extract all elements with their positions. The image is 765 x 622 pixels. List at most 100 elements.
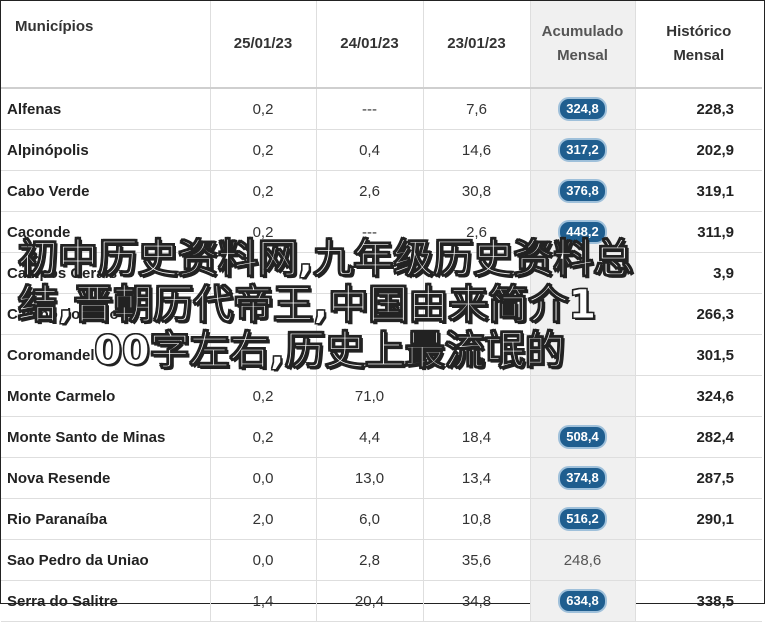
historico-cell: 338,5: [634, 580, 762, 622]
acumulado-badge: 317,2: [558, 138, 607, 162]
acumulado-cell: 374,8: [529, 457, 635, 499]
date-1-cell: 0,2: [209, 375, 316, 417]
date-2-cell: 2,6: [315, 170, 423, 212]
municipio-cell: Campos Gerais: [1, 252, 210, 294]
acumulado-cell: [529, 375, 635, 417]
date-1-cell: 0,2: [209, 211, 316, 253]
municipio-cell: Rio Paranaíba: [1, 498, 210, 540]
date-2-cell: 20,4: [315, 580, 423, 622]
date-2-cell: ---: [315, 88, 423, 130]
acumulado-cell: 248,6: [529, 539, 635, 581]
municipio-cell: Monte Carmelo: [1, 375, 210, 417]
date-3-cell: 34,8: [422, 580, 530, 622]
date-2-cell: 13,0: [315, 457, 423, 499]
historico-cell: 3,9: [634, 252, 762, 294]
acumulado-badge: 516,2: [558, 507, 607, 531]
header-acumulado-mensal[interactable]: Acumulado Mensal: [529, 1, 635, 89]
historico-cell: 319,1: [634, 170, 762, 212]
acumulado-cell: 508,4: [529, 416, 635, 458]
table-row: Campos Gerais 3,9: [1, 252, 762, 294]
historico-cell: 301,5: [634, 334, 762, 376]
acumulado-badge: 324,8: [558, 97, 607, 121]
acumulado-badge: 374,8: [558, 466, 607, 490]
date-1-cell: [209, 334, 316, 376]
date-1-cell: 1,4: [209, 580, 316, 622]
historico-cell: 202,9: [634, 129, 762, 171]
historico-cell: 282,4: [634, 416, 762, 458]
acumulado-cell: 324,8: [529, 88, 635, 130]
table-row: Rio Paranaíba 2,0 6,0 10,8 516,2 290,1: [1, 498, 762, 540]
acumulado-badge: 448,2: [558, 220, 607, 244]
header-historico-line2: Mensal: [673, 47, 725, 64]
date-1-cell: 0,0: [209, 457, 316, 499]
municipio-cell: Campo do Meio: [1, 293, 210, 335]
date-2-cell: 4,4: [315, 416, 423, 458]
date-3-cell: 35,6: [422, 539, 530, 581]
municipio-cell: Nova Resende: [1, 457, 210, 499]
date-1-cell: [209, 293, 316, 335]
table-row: Campo do Meio 266,3: [1, 293, 762, 335]
table-row: Monte Santo de Minas 0,2 4,4 18,4 508,4 282,4: [1, 416, 762, 458]
historico-cell: 266,3: [634, 293, 762, 335]
table-header-row: Municípios 25/01/23 24/01/23 23/01/23 Ac…: [1, 1, 762, 89]
header-acumulado-line1: Acumulado: [541, 23, 624, 40]
date-3-cell: 18,4: [422, 416, 530, 458]
acumulado-badge: 634,8: [558, 589, 607, 613]
date-2-cell: 0,4: [315, 129, 423, 171]
acumulado-cell: [529, 293, 635, 335]
acumulado-cell: [529, 252, 635, 294]
table-row: Caconde 0,2 --- 2,6 448,2 311,9: [1, 211, 762, 253]
historico-cell: [634, 539, 762, 581]
historico-cell: 287,5: [634, 457, 762, 499]
header-acumulado-line2: Mensal: [557, 47, 608, 64]
municipio-cell: Monte Santo de Minas: [1, 416, 210, 458]
date-2-cell: 71,0: [315, 375, 423, 417]
date-3-cell: 2,6: [422, 211, 530, 253]
date-3-cell: 13,4: [422, 457, 530, 499]
table-row: Alfenas 0,2 --- 7,6 324,8 228,3: [1, 88, 762, 130]
municipio-cell: Caconde: [1, 211, 210, 253]
date-2-cell: 2,8: [315, 539, 423, 581]
table-row: Monte Carmelo 0,2 71,0 324,6: [1, 375, 762, 417]
table-row: Nova Resende 0,0 13,0 13,4 374,8 287,5: [1, 457, 762, 499]
date-3-cell: [422, 252, 530, 294]
municipio-cell: Coromandel: [1, 334, 210, 376]
header-historico-mensal[interactable]: Histórico Mensal: [634, 1, 762, 89]
rainfall-table: Municípios 25/01/23 24/01/23 23/01/23 Ac…: [1, 1, 762, 622]
header-municipios[interactable]: Municípios: [1, 1, 210, 89]
date-3-cell: 14,6: [422, 129, 530, 171]
date-1-cell: 0,2: [209, 416, 316, 458]
date-3-cell: [422, 293, 530, 335]
acumulado-cell: 376,8: [529, 170, 635, 212]
table-row: Sao Pedro da Uniao 0,0 2,8 35,6 248,6: [1, 539, 762, 581]
table-body: Alfenas 0,2 --- 7,6 324,8 228,3 Alpinópolis 0,2…: [1, 88, 762, 622]
acumulado-badge: 508,4: [558, 425, 607, 449]
historico-cell: 324,6: [634, 375, 762, 417]
table-row: Alpinópolis 0,2 0,4 14,6 317,2 202,9: [1, 129, 762, 171]
date-3-cell: [422, 375, 530, 417]
date-3-cell: 10,8: [422, 498, 530, 540]
date-1-cell: 0,2: [209, 129, 316, 171]
date-3-cell: 7,6: [422, 88, 530, 130]
date-2-cell: [315, 293, 423, 335]
municipio-cell: Cabo Verde: [1, 170, 210, 212]
header-date-3[interactable]: 23/01/23: [422, 1, 530, 89]
acumulado-cell: 634,8: [529, 580, 635, 622]
acumulado-cell: [529, 334, 635, 376]
date-1-cell: 0,2: [209, 170, 316, 212]
header-date-2[interactable]: 24/01/23: [315, 1, 423, 89]
municipio-cell: Sao Pedro da Uniao: [1, 539, 210, 581]
date-1-cell: 2,0: [209, 498, 316, 540]
acumulado-value: 248,6: [563, 551, 602, 569]
date-2-cell: [315, 334, 423, 376]
acumulado-cell: 317,2: [529, 129, 635, 171]
municipio-cell: Alfenas: [1, 88, 210, 130]
municipio-cell: Alpinópolis: [1, 129, 210, 171]
date-2-cell: ---: [315, 211, 423, 253]
header-date-1[interactable]: 25/01/23: [209, 1, 316, 89]
table-row: Cabo Verde 0,2 2,6 30,8 376,8 319,1: [1, 170, 762, 212]
historico-cell: 290,1: [634, 498, 762, 540]
acumulado-cell: 448,2: [529, 211, 635, 253]
table-row: Serra do Salitre 1,4 20,4 34,8 634,8 338,5: [1, 580, 762, 622]
date-1-cell: 0,2: [209, 88, 316, 130]
